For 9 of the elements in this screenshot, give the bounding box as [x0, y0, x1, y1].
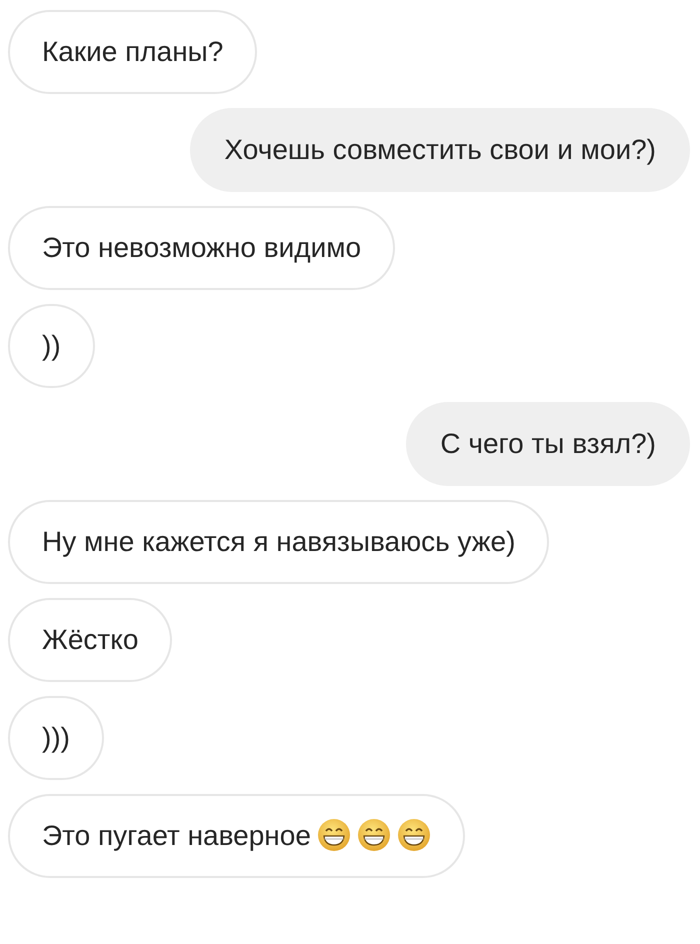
incoming-message: Ну мне кажется я навязываюсь уже) [8, 500, 550, 584]
outgoing-message: Хочешь совместить свои и мои?) [190, 108, 690, 192]
incoming-message: )) [8, 304, 95, 388]
incoming-message: Какие планы? [8, 10, 258, 94]
outgoing-message: С чего ты взял?) [406, 402, 690, 486]
message-text: Это пугает наверное [42, 820, 311, 851]
incoming-message: Жёстко [8, 598, 172, 682]
incoming-message: Это невозможно видимо [8, 206, 396, 290]
incoming-message: ))) [8, 696, 104, 780]
